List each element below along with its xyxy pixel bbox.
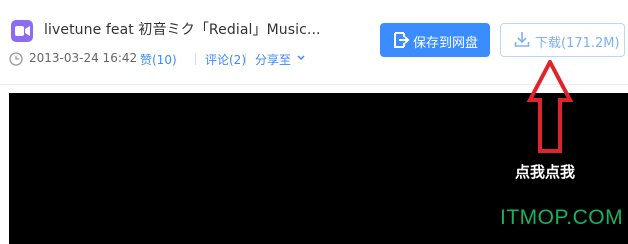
save-to-disk-icon (394, 32, 410, 48)
click-here-annotation: 点我点我 (515, 163, 576, 181)
clock-icon (9, 52, 23, 66)
download-button-label: 下载(171.2M) (535, 36, 620, 51)
download-button[interactable]: 下载(171.2M) (500, 23, 625, 57)
meta-divider (195, 53, 196, 65)
save-to-cloud-button[interactable]: 保存到网盘 (380, 23, 490, 57)
site-watermark: ITMOP.COM (500, 206, 624, 229)
like-link[interactable]: 赞(10) (140, 51, 177, 68)
video-file-icon (11, 20, 33, 42)
chevron-down-icon[interactable] (297, 55, 305, 61)
upload-date: 2013-03-24 16:42 (29, 51, 138, 65)
pointing-arrow-icon (527, 60, 573, 153)
share-link[interactable]: 分享至 (255, 51, 291, 68)
comment-link[interactable]: 评论(2) (205, 51, 246, 68)
save-button-label: 保存到网盘 (413, 36, 479, 51)
file-title: livetune feat 初音ミク「Redial」Music... (44, 22, 321, 38)
download-icon (514, 32, 530, 47)
meta-divider (245, 53, 246, 65)
